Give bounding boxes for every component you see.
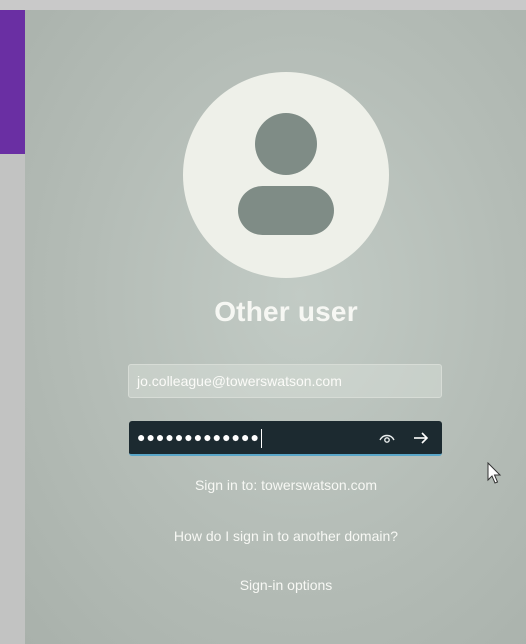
left-bezel	[0, 154, 25, 644]
person-icon	[238, 113, 334, 235]
arrow-right-icon[interactable]	[410, 427, 432, 449]
top-strip	[0, 0, 526, 10]
sign-in-domain-text: Sign in to: towerswatson.com	[194, 477, 378, 493]
text-caret	[260, 428, 262, 448]
user-name-title: Other user	[214, 296, 358, 327]
eye-icon[interactable]	[377, 429, 397, 447]
password-value: ●●●●●●●●●●●●●	[137, 421, 262, 454]
username-field[interactable]: jo.colleague@towerswatson.com	[128, 364, 442, 398]
domain-help-link[interactable]: How do I sign in to another domain?	[25, 528, 526, 544]
user-avatar	[183, 72, 389, 278]
sign-in-options-link[interactable]: Sign-in options	[25, 577, 526, 593]
accent-bar	[0, 10, 25, 154]
lock-screen: Other user jo.colleague@towerswatson.com…	[25, 10, 526, 644]
password-field[interactable]: ●●●●●●●●●●●●●	[129, 421, 442, 456]
mouse-pointer-icon	[487, 461, 503, 486]
